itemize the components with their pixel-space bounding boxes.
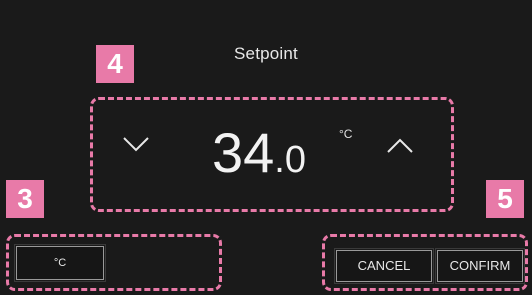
page-title: Setpoint [234,44,298,63]
setpoint-decimal: .0 [274,139,306,181]
setpoint-unit: °C [339,127,353,141]
chevron-up-icon [387,138,413,153]
setpoint-integer: 34 [212,121,275,184]
thermostat-screen: Setpoint 4 3 5 34.0 °C °C CANCEL CONFIRM [0,0,532,295]
decrease-setpoint-button[interactable] [119,128,153,162]
cancel-button[interactable]: CANCEL [334,248,434,284]
callout-badge-actions: 5 [486,180,524,218]
setpoint-value: 34.0 °C [212,121,352,185]
callout-badge-setpoint: 4 [96,45,134,83]
callout-badge-unit: 3 [6,180,44,218]
increase-setpoint-button[interactable] [383,128,417,162]
confirm-button[interactable]: CONFIRM [435,248,525,284]
chevron-down-icon [123,137,149,152]
unit-selector-button[interactable]: °C [14,244,106,282]
